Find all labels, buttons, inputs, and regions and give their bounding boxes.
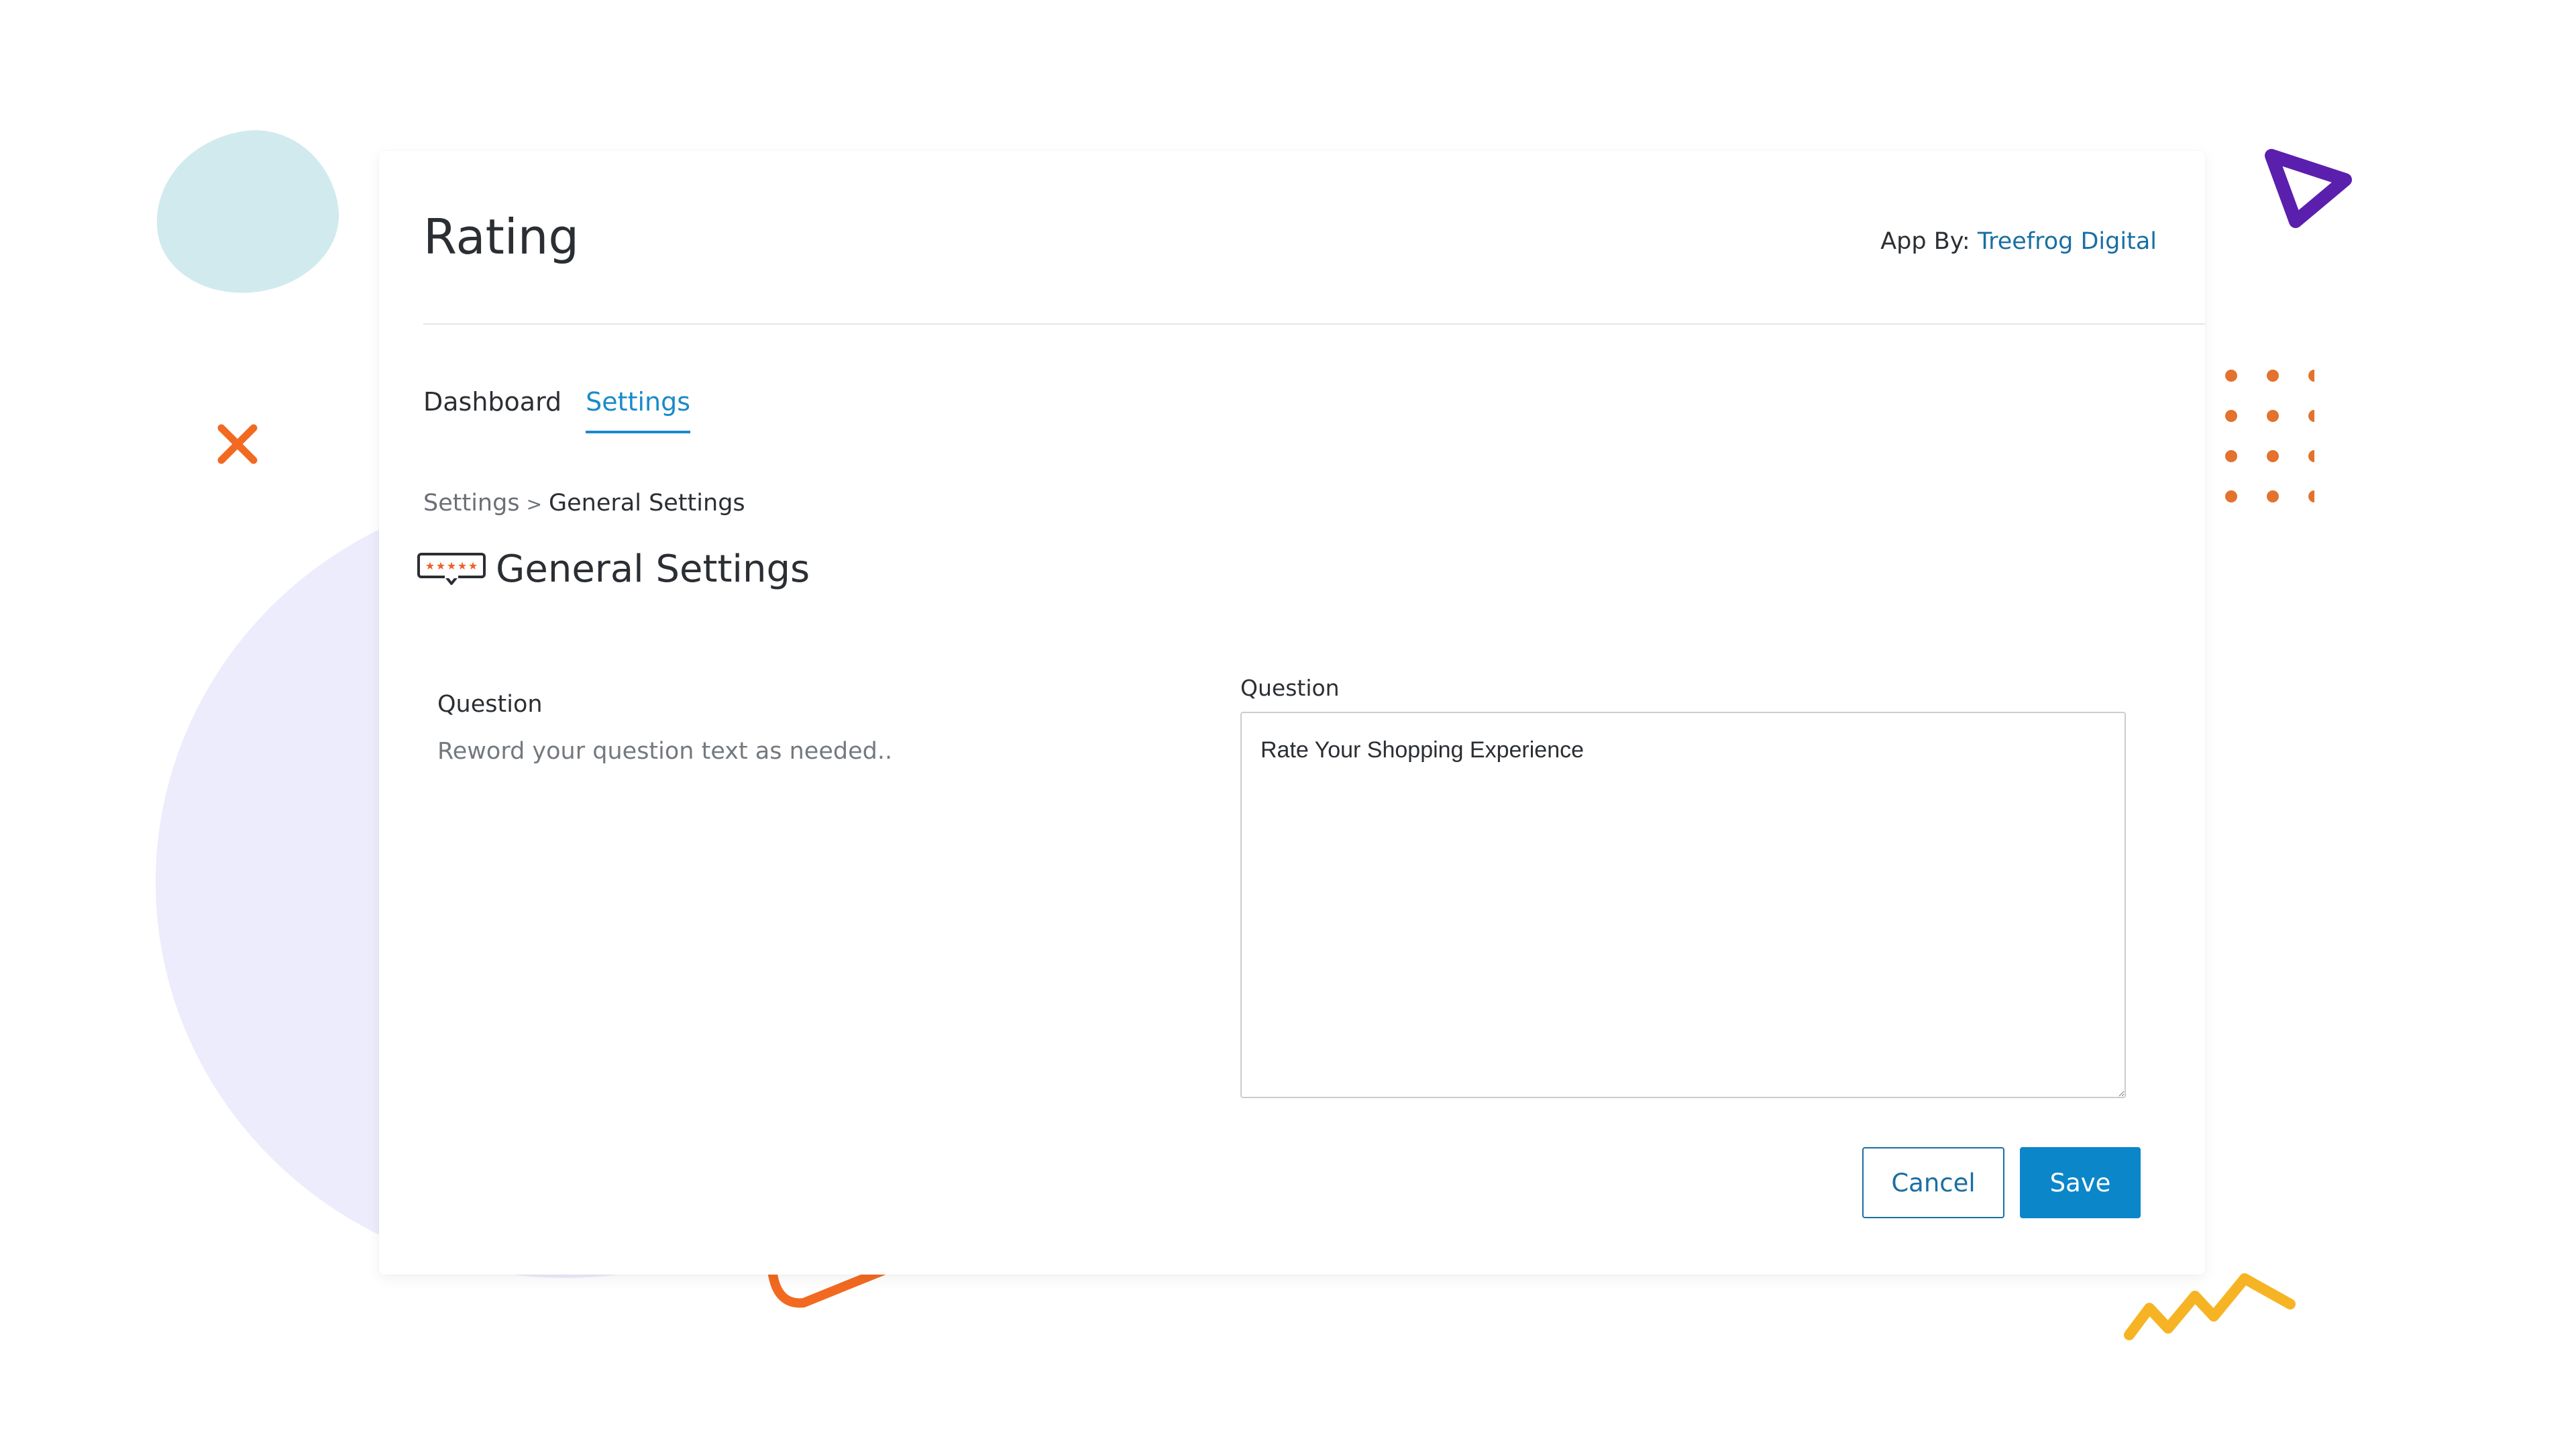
teal-blob-decoration — [145, 119, 349, 305]
question-input-label: Question — [1240, 675, 1340, 701]
tab-bar: Dashboard Settings — [423, 389, 691, 433]
save-button[interactable]: Save — [2020, 1147, 2141, 1218]
breadcrumb-separator: > — [526, 493, 543, 515]
orange-x-decoration-icon — [217, 424, 258, 464]
svg-text:★: ★ — [447, 559, 456, 572]
page-canvas: Rating App By: Treefrog Digital Dashboar… — [0, 0, 2576, 1449]
svg-text:★: ★ — [468, 559, 478, 572]
author-link[interactable]: Treefrog Digital — [1978, 228, 2157, 255]
rating-stars-icon: ★ ★ ★ ★ ★ — [417, 553, 486, 585]
purple-triangle-decoration-icon — [2265, 149, 2352, 228]
svg-text:★: ★ — [458, 559, 467, 572]
app-title: Rating — [423, 209, 580, 265]
tab-dashboard[interactable]: Dashboard — [423, 389, 561, 433]
svg-text:★: ★ — [425, 559, 435, 572]
cancel-button[interactable]: Cancel — [1862, 1147, 2004, 1218]
section-heading: ★ ★ ★ ★ ★ General Settings — [417, 551, 810, 588]
app-by-label: App By: — [1880, 228, 1970, 255]
svg-text:★: ★ — [436, 559, 445, 572]
section-title: General Settings — [496, 547, 810, 591]
app-by: App By: Treefrog Digital — [1880, 230, 2157, 254]
breadcrumb-parent[interactable]: Settings — [423, 490, 520, 517]
orange-dots-decoration — [2225, 370, 2314, 502]
breadcrumb: Settings > General Settings — [423, 492, 745, 515]
header-divider — [423, 323, 2205, 325]
question-field-label: Question — [437, 691, 543, 718]
tab-settings[interactable]: Settings — [586, 389, 691, 433]
app-card: Rating App By: Treefrog Digital Dashboar… — [379, 151, 2205, 1275]
question-textarea[interactable]: Rate Your Shopping Experience — [1240, 712, 2126, 1098]
question-help-text: Reword your question text as needed.. — [437, 738, 893, 765]
breadcrumb-current: General Settings — [549, 490, 745, 517]
